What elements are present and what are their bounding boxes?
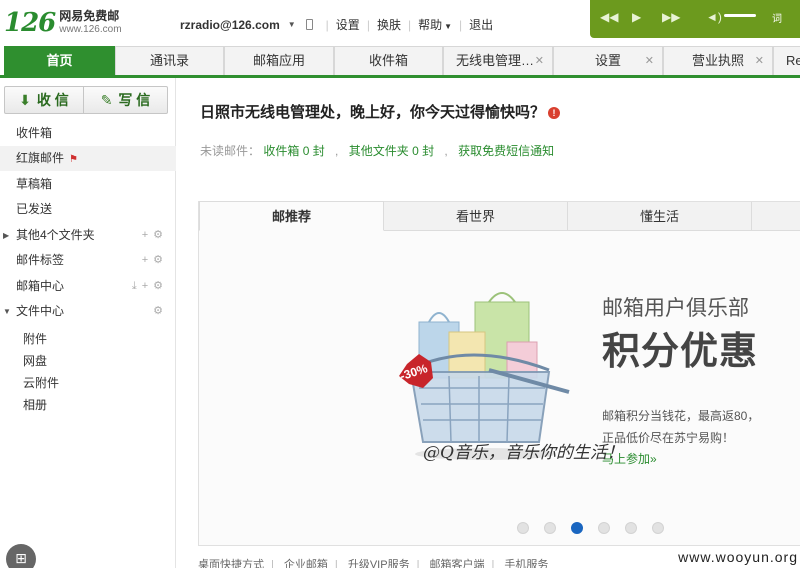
recommend-panel: 邮推荐 看世界 懂生活 -30% 邮箱用户俱乐部 积分优惠 邮箱积分当钱花，最高…: [198, 201, 800, 546]
tab-world[interactable]: 看世界: [384, 202, 568, 231]
add-icon[interactable]: +: [142, 254, 153, 266]
volume-icon[interactable]: ◄): [706, 10, 722, 24]
music-player: ◀◀ ▶ ▶▶ ◄) 词: [590, 0, 800, 38]
other-unread-link[interactable]: 其他文件夹 0 封: [349, 144, 434, 158]
skin-link[interactable]: 换肤: [377, 16, 401, 33]
carousel-dots: [517, 522, 679, 534]
tab-radio-admin[interactable]: 无线电管理… ✕: [443, 46, 553, 75]
sidebar-item-attachments[interactable]: 附件: [23, 330, 47, 347]
header: 126 网易免费邮 www.126.com rzradio@126.com ▼ …: [0, 0, 800, 46]
gear-icon[interactable]: ⚙: [153, 229, 168, 241]
sms-notification-link[interactable]: 获取免费短信通知: [458, 144, 554, 158]
sidebar-item-flagged[interactable]: 红旗邮件 ⚑: [0, 146, 176, 171]
sidebar-item-tags[interactable]: 邮件标签 +⚙: [0, 248, 176, 273]
next-icon[interactable]: ▶▶: [662, 10, 680, 24]
panel-tabs: 邮推荐 看世界 懂生活: [199, 201, 800, 231]
footer-link-mail-client[interactable]: 邮箱客户端: [430, 559, 485, 568]
download-icon[interactable]: ⤓: [132, 280, 142, 292]
carousel-dot[interactable]: [571, 522, 583, 534]
tab-inbox[interactable]: 收件箱: [334, 46, 443, 75]
logo-number: 126: [4, 8, 56, 38]
carousel-dot[interactable]: [517, 522, 529, 534]
footer-link-vip-upgrade[interactable]: 升级VIP服务: [348, 559, 410, 568]
tab-apps[interactable]: 邮箱应用: [224, 46, 334, 75]
close-icon[interactable]: ✕: [645, 47, 654, 75]
unread-summary: 未读邮件： 收件箱 0 封 , 其他文件夹 0 封 , 获取免费短信通知: [200, 144, 555, 158]
settings-link[interactable]: 设置: [336, 16, 360, 33]
alert-icon[interactable]: !: [548, 107, 561, 119]
logout-link[interactable]: 退出: [469, 16, 493, 33]
top-nav: rzradio@126.com ▼ | 设置 | 换肤 | 帮助 ▼ | 退出: [180, 16, 494, 33]
gear-icon[interactable]: ⚙: [153, 305, 168, 317]
carousel-dot[interactable]: [652, 522, 664, 534]
tab-life[interactable]: 懂生活: [568, 202, 752, 231]
footer-links: 桌面快捷方式 | 企业邮箱 | 升级VIP服务 | 邮箱客户端 | 手机服务: [198, 556, 548, 568]
sidebar-item-sent[interactable]: 已发送: [0, 197, 176, 222]
app-grid-icon[interactable]: ⊞: [6, 544, 36, 568]
footer-link-enterprise-mail[interactable]: 企业邮箱: [284, 559, 328, 568]
help-dropdown-icon: ▼: [444, 22, 453, 31]
close-icon[interactable]: ✕: [535, 47, 544, 75]
receive-button[interactable]: ⬇ 收 信: [4, 86, 84, 114]
carousel-dot[interactable]: [598, 522, 610, 534]
qq-music-caption: @Q音乐，音乐你的生活！: [423, 443, 624, 463]
tab-re[interactable]: Re: [773, 46, 800, 75]
tab-license[interactable]: 营业执照 ✕: [663, 46, 773, 75]
edit-icon: ✎: [100, 91, 113, 108]
carousel-dot[interactable]: [544, 522, 556, 534]
logo[interactable]: 126 网易免费邮 www.126.com: [4, 8, 122, 38]
play-icon[interactable]: ▶: [632, 10, 641, 24]
sidebar-item-drafts[interactable]: 草稿箱: [0, 172, 176, 197]
sidebar-item-album[interactable]: 相册: [23, 396, 47, 413]
account-dropdown-icon[interactable]: ▼: [288, 20, 296, 29]
promo-description: 邮箱积分当钱花，最高返80， 正品低价尽在苏宁易购！: [602, 409, 760, 445]
promo-title: 邮箱用户俱乐部: [602, 297, 749, 320]
main-tabs: 首页 通讯录 邮箱应用 收件箱 无线电管理… ✕ 设置 ✕ 营业执照 ✕ Re: [0, 46, 800, 78]
help-link[interactable]: 帮助 ▼: [418, 16, 452, 33]
tab-contacts[interactable]: 通讯录: [115, 46, 224, 75]
logo-title: 网易免费邮: [59, 9, 120, 23]
sidebar-item-mail-center[interactable]: 邮箱中心 ⤓+⚙: [0, 274, 176, 299]
expand-icon[interactable]: ▶: [3, 223, 9, 248]
collapse-icon[interactable]: ▼: [3, 299, 11, 324]
sidebar: ⬇ 收 信 ✎ 写 信 收件箱 红旗邮件 ⚑ 草稿箱 已发送 ▶ 其他4个文件夹 +⚙ 邮…: [0, 78, 176, 568]
gear-icon[interactable]: ⚙: [153, 280, 168, 292]
mobile-icon[interactable]: [305, 19, 313, 30]
lyric-button[interactable]: 词: [772, 10, 782, 25]
volume-slider[interactable]: [724, 14, 756, 17]
sidebar-item-inbox[interactable]: 收件箱: [0, 121, 176, 146]
add-icon[interactable]: +: [142, 280, 153, 292]
tab-settings[interactable]: 设置 ✕: [553, 46, 663, 75]
sidebar-item-file-center[interactable]: ▼ 文件中心 ⚙: [0, 299, 176, 324]
inbox-unread-link[interactable]: 收件箱 0 封: [263, 144, 324, 158]
add-icon[interactable]: +: [142, 229, 153, 241]
red-flag-icon: ⚑: [69, 154, 78, 165]
write-button[interactable]: ✎ 写 信: [84, 86, 168, 114]
greeting: 日照市无线电管理处，晚上好，你今天过得愉快吗？!: [200, 101, 561, 122]
logo-url: www.126.com: [59, 24, 122, 35]
promo-headline: 积分优惠: [602, 331, 759, 373]
footer-link-mobile-service[interactable]: 手机服务: [504, 559, 548, 568]
carousel-dot[interactable]: [625, 522, 637, 534]
prev-icon[interactable]: ◀◀: [600, 10, 618, 24]
download-icon: ⬇: [19, 91, 31, 108]
gear-icon[interactable]: ⚙: [153, 254, 168, 266]
tab-home[interactable]: 首页: [4, 46, 115, 75]
tab-recommend[interactable]: 邮推荐: [199, 201, 384, 231]
close-icon[interactable]: ✕: [755, 47, 764, 75]
footer-link-desktop-shortcut[interactable]: 桌面快捷方式: [198, 559, 264, 568]
sidebar-item-other-folders[interactable]: ▶ 其他4个文件夹 +⚙: [0, 223, 176, 248]
site-watermark: www.wooyun.org: [658, 546, 800, 568]
sidebar-item-netdisk[interactable]: 网盘: [23, 352, 47, 369]
sidebar-item-cloud-attachments[interactable]: 云附件: [23, 374, 59, 391]
account-email[interactable]: rzradio@126.com: [180, 18, 280, 32]
